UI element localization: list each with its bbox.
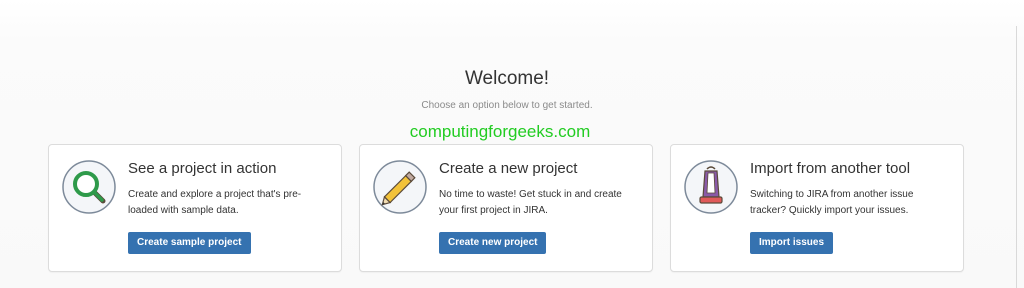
page-subtitle: Choose an option below to get started.	[421, 100, 593, 111]
card-title: Create a new project	[439, 160, 578, 177]
card-new-project: Create a new project No time to waste! G…	[359, 144, 653, 272]
card-description: Create and explore a project that's pre-…	[128, 189, 302, 216]
import-issues-button[interactable]: Import issues	[750, 232, 834, 254]
card-import: Import from another tool Switching to JI…	[670, 144, 964, 272]
page-title: Welcome!	[464, 68, 550, 89]
welcome-page: Welcome! Choose an option below to get s…	[0, 0, 1024, 288]
card-title: Import from another tool	[750, 160, 911, 177]
vacuum-cleaner-icon	[684, 160, 738, 214]
card-title: See a project in action	[128, 160, 277, 177]
pencil-icon	[373, 160, 427, 214]
create-new-project-button[interactable]: Create new project	[439, 232, 547, 254]
card-description: Switching to JIRA from another issue tra…	[750, 189, 914, 216]
card-description: No time to waste! Get stuck in and creat…	[439, 189, 622, 216]
create-sample-project-button[interactable]: Create sample project	[128, 232, 251, 254]
card-sample-project: See a project in action Create and explo…	[48, 144, 342, 272]
magnifier-icon	[62, 160, 116, 214]
watermark-text: computingforgeeks.com	[409, 122, 591, 141]
scrollbar-edge	[1016, 26, 1017, 288]
